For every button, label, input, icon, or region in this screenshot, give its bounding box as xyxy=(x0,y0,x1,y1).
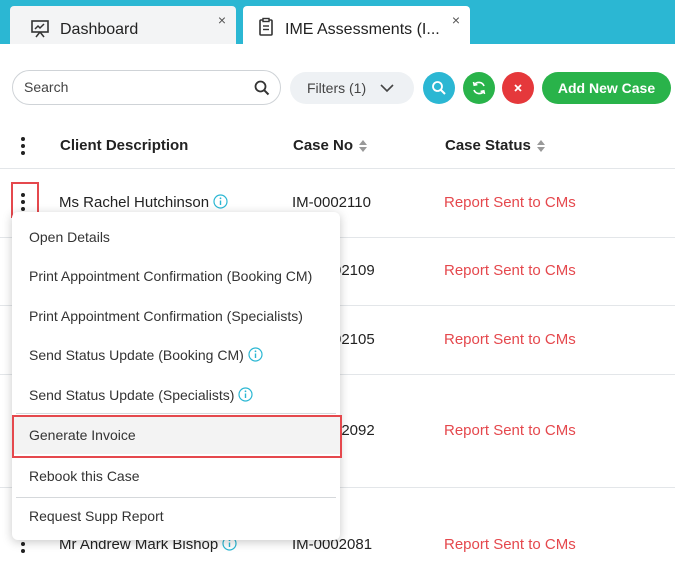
menu-item-print-confirmation-specialists[interactable]: Print Appointment Confirmation (Speciali… xyxy=(12,297,340,335)
table-row-client[interactable]: Ms Rachel Hutchinson xyxy=(59,194,228,211)
chevron-down-icon xyxy=(380,84,394,93)
add-new-case-button[interactable]: Add New Case xyxy=(542,72,671,104)
menu-item-open-details[interactable]: Open Details xyxy=(12,218,340,256)
clipboard-icon xyxy=(259,17,273,36)
search-button[interactable] xyxy=(423,72,455,104)
column-header-label: Case No xyxy=(293,137,354,154)
column-header-label: Case Status xyxy=(445,137,531,154)
tab-label: IME Assessments (I... xyxy=(285,21,440,38)
close-icon[interactable]: × xyxy=(218,12,226,28)
menu-item-send-status-specialists[interactable]: Send Status Update (Specialists) xyxy=(12,376,340,414)
info-icon[interactable] xyxy=(248,347,263,362)
search-icon xyxy=(432,81,446,95)
highlight-box xyxy=(12,415,342,458)
row-divider xyxy=(0,168,675,169)
sort-icon xyxy=(359,140,368,153)
clear-button[interactable] xyxy=(502,72,534,104)
filters-label: Filters (1) xyxy=(307,80,367,96)
column-header-label: Client Description xyxy=(60,137,189,154)
tab-dashboard[interactable]: Dashboard × xyxy=(10,6,236,44)
table-row-status: Report Sent to CMs xyxy=(444,194,576,211)
menu-item-label: Send Status Update (Specialists) xyxy=(29,387,235,403)
sort-icon xyxy=(536,140,545,153)
presentation-icon xyxy=(31,20,49,38)
search-input[interactable] xyxy=(24,79,244,95)
tab-bar: Dashboard × IME Assessments (I... × xyxy=(0,0,675,44)
refresh-icon xyxy=(472,81,486,95)
column-header-case-no[interactable]: Case No xyxy=(293,137,368,154)
row-actions-menu: Open Details Print Appointment Confirmat… xyxy=(12,212,340,540)
column-header-client: Client Description xyxy=(60,137,188,154)
info-icon[interactable] xyxy=(213,194,228,209)
menu-item-request-supp-report[interactable]: Request Supp Report xyxy=(12,497,340,535)
info-icon[interactable] xyxy=(238,387,254,402)
header-kebab-icon[interactable] xyxy=(13,135,33,157)
tab-label: Dashboard xyxy=(60,21,139,38)
menu-item-send-status-booking-cm[interactable]: Send Status Update (Booking CM) xyxy=(12,336,340,374)
column-header-case-status[interactable]: Case Status xyxy=(445,137,545,154)
table-row-status: Report Sent to CMs xyxy=(444,422,576,439)
client-name: Ms Rachel Hutchinson xyxy=(59,194,210,211)
table-row-status: Report Sent to CMs xyxy=(444,262,576,279)
tab-ime-assessments[interactable]: IME Assessments (I... × xyxy=(243,6,470,44)
menu-item-rebook-case[interactable]: Rebook this Case xyxy=(12,457,340,495)
table-row-case-no: IM-0002110 xyxy=(292,194,371,211)
menu-divider xyxy=(16,413,336,414)
close-icon[interactable]: × xyxy=(452,12,460,28)
search-icon[interactable] xyxy=(254,80,270,96)
refresh-button[interactable] xyxy=(463,72,495,104)
table-row-status: Report Sent to CMs xyxy=(444,536,576,553)
table-row-status: Report Sent to CMs xyxy=(444,331,576,348)
search-box xyxy=(12,70,281,105)
menu-item-print-confirmation-booking-cm[interactable]: Print Appointment Confirmation (Booking … xyxy=(12,257,340,295)
close-icon xyxy=(514,84,522,92)
filters-dropdown[interactable]: Filters (1) xyxy=(290,72,414,104)
menu-item-label: Send Status Update (Booking CM) xyxy=(29,347,244,363)
